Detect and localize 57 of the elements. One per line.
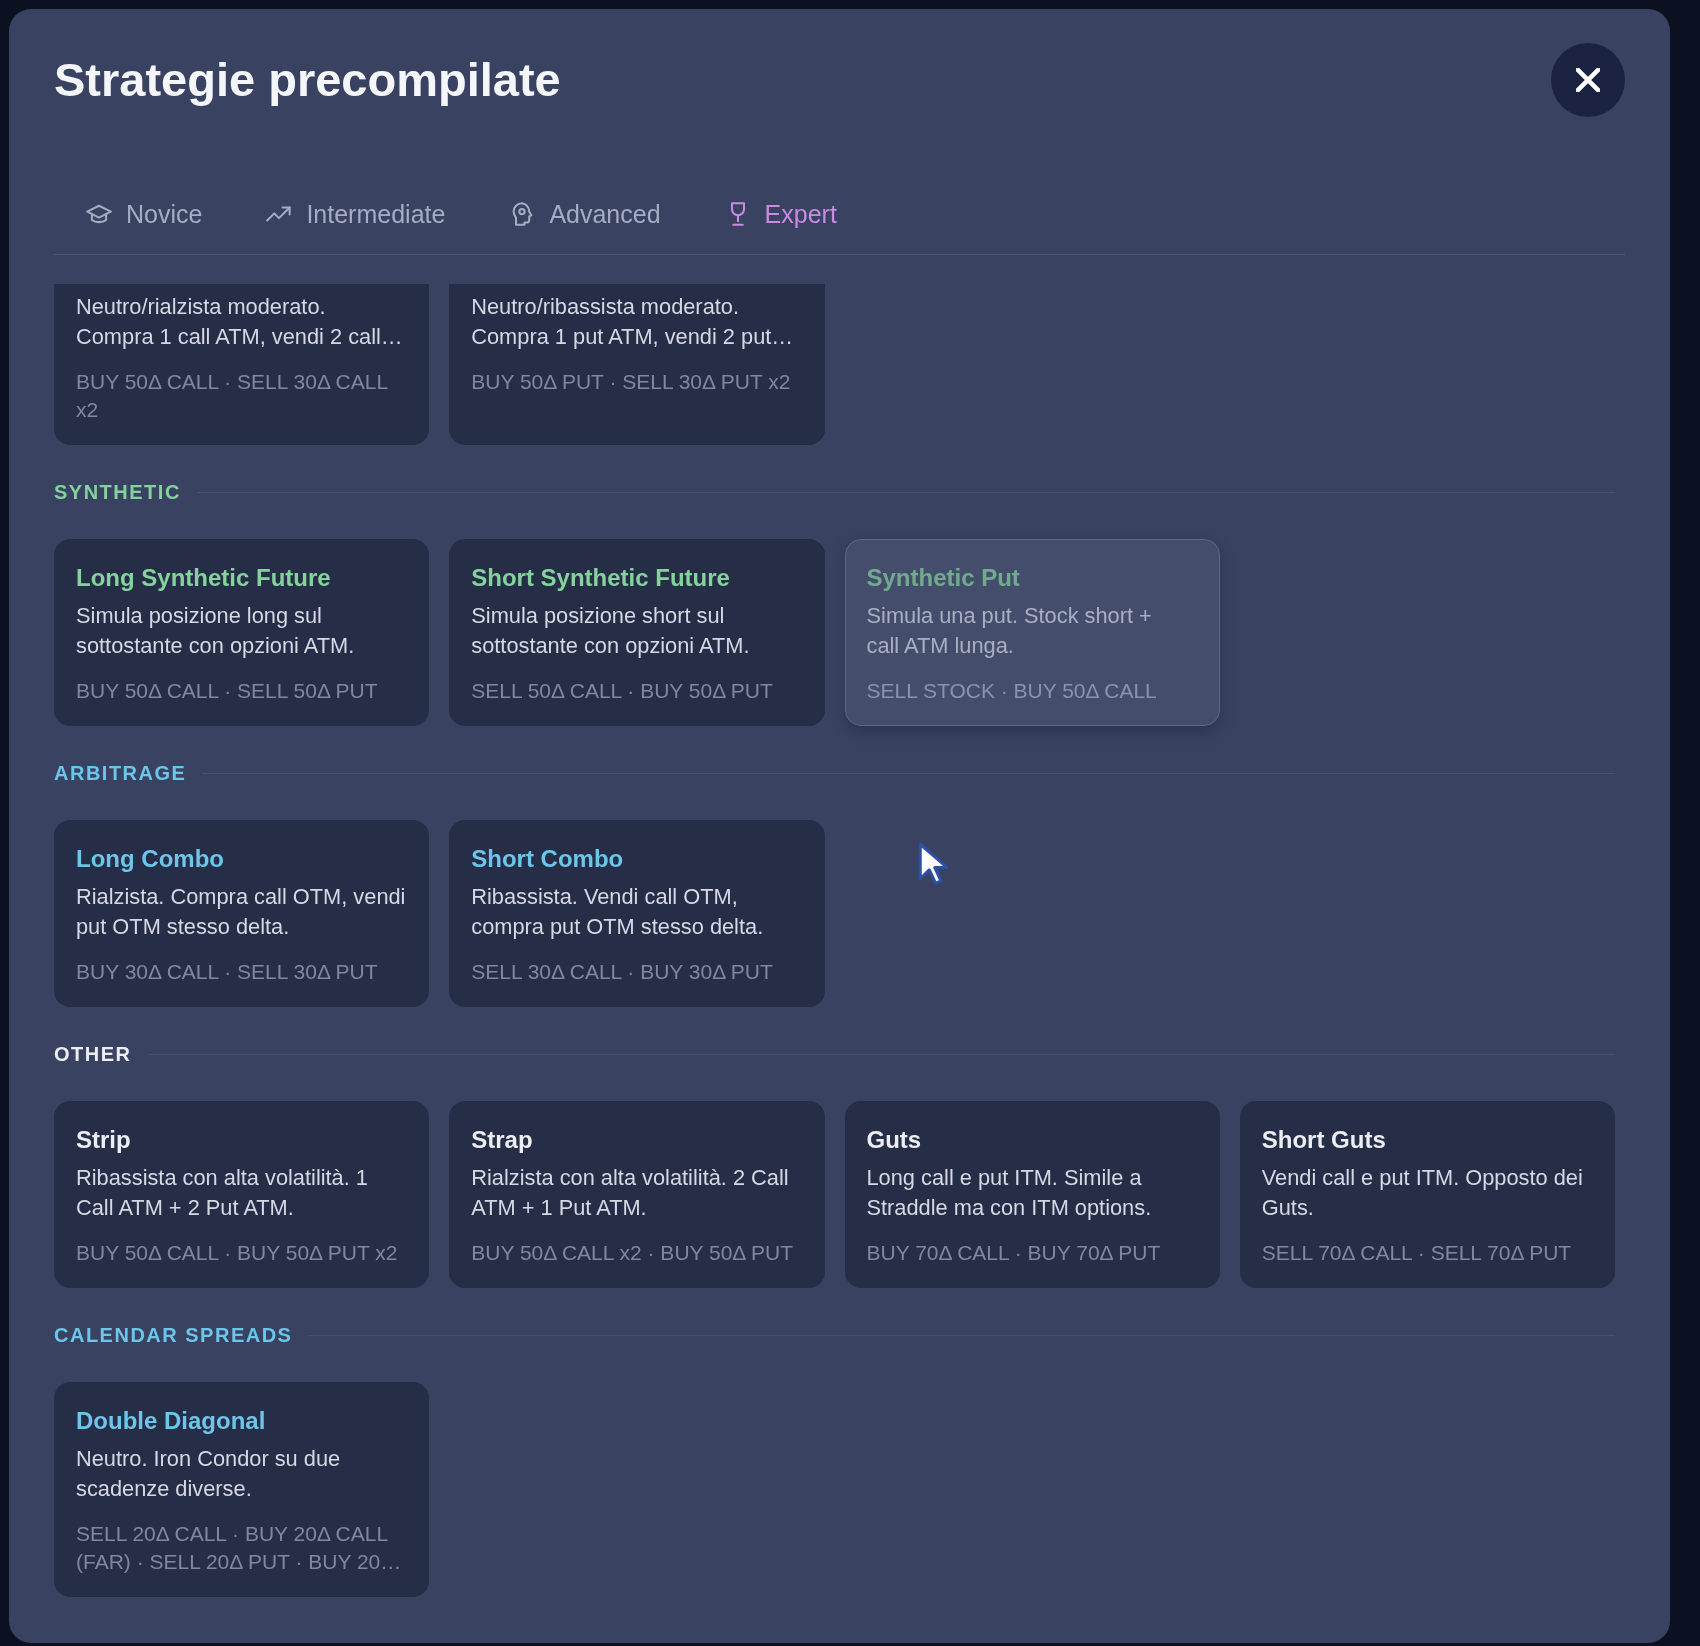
strategy-card[interactable]: Double Diagonal Neutro. Iron Condor su due scadenze diverse. SELL 20Δ CALL · BUY 20Δ CALL (FAR) · SELL 20Δ PUT · BUY 20… bbox=[54, 1382, 430, 1597]
strategy-card[interactable]: Long Combo Rialzista. Compra call OTM, vendi put OTM stesso delta. BUY 30Δ CALL · SELL 30Δ PUT bbox=[54, 820, 430, 1007]
card-legs: BUY 50Δ CALL · SELL 50Δ PUT bbox=[76, 678, 379, 704]
tab[interactable]: Advanced bbox=[477, 194, 693, 234]
strategy-card[interactable]: Strap Rialzista con alta volatilità. 2 Call ATM + 1 Put ATM. BUY 50Δ CALL x2 · BUY 50Δ PUT bbox=[449, 1101, 825, 1288]
card-title: Long Synthetic Future bbox=[76, 563, 332, 593]
card-description: Long call e put ITM. Simile a Straddle ma con ITM options. bbox=[866, 1164, 1153, 1222]
card-legs: BUY 50Δ CALL · SELL 30Δ CALL x2 bbox=[76, 369, 389, 423]
section-heading: CALENDAR SPREADS bbox=[54, 1325, 293, 1345]
section-heading: OTHER bbox=[54, 1044, 132, 1064]
card-legs: BUY 70Δ CALL · BUY 70Δ PUT bbox=[866, 1240, 1162, 1266]
graduation-cap-icon bbox=[86, 202, 112, 226]
card-description: Simula posizione long sul sottostante con opzioni ATM. bbox=[76, 602, 356, 660]
card-legs: SELL 20Δ CALL · BUY 20Δ CALL (FAR) · SELL 20Δ PUT · BUY 20… bbox=[76, 1521, 403, 1575]
card-description: Ribassista. Vendi call OTM, compra put OTM stesso delta. bbox=[471, 883, 765, 941]
card-description: Rialzista con alta volatilità. 2 Call ATM + 1 Put ATM. bbox=[471, 1164, 790, 1222]
card-legs: SELL 30Δ CALL · BUY 30Δ PUT bbox=[471, 959, 774, 985]
tab[interactable]: Novice bbox=[54, 194, 235, 234]
strategy-card[interactable]: Short Combo Ribassista. Vendi call OTM, compra put OTM stesso delta. SELL 30Δ CALL · BUY 30Δ PUT bbox=[449, 820, 825, 1007]
strategy-card[interactable]: Long Synthetic Future Simula posizione long sul sottostante con opzioni ATM. BUY 50Δ CALL · SELL 50Δ PUT bbox=[54, 539, 430, 726]
card-title: Short Combo bbox=[471, 844, 625, 874]
card-description: Vendi call e put ITM. Opposto dei Guts. bbox=[1261, 1164, 1584, 1222]
card-title: Long Combo bbox=[76, 844, 225, 874]
close-icon bbox=[1576, 68, 1600, 92]
card-legs: SELL 70Δ CALL · SELL 70Δ PUT bbox=[1261, 1240, 1573, 1266]
card-description: Simula una put. Stock short + call ATM lunga. bbox=[866, 602, 1153, 660]
card-title: Guts bbox=[866, 1125, 923, 1155]
card-description: Neutro. Iron Condor su due scadenze diverse. bbox=[76, 1445, 342, 1503]
card-description: Rialzista. Compra call OTM, vendi put OTM stesso delta. bbox=[76, 883, 407, 941]
card-description: Simula posizione short sul sottostante con opzioni ATM. bbox=[471, 602, 751, 660]
card-legs: SELL STOCK · BUY 50Δ CALL bbox=[866, 678, 1158, 704]
card-description: Ribassista con alta volatilità. 1 Call ATM + 2 Put ATM. bbox=[76, 1164, 369, 1222]
card-title: Short Synthetic Future bbox=[471, 563, 731, 593]
card-title: Synthetic Put bbox=[866, 563, 1021, 593]
modal-title: Strategie precompilate bbox=[54, 53, 561, 107]
card-legs: BUY 30Δ CALL · SELL 30Δ PUT bbox=[76, 959, 379, 985]
strategy-card[interactable]: Neutro/rialzista moderato. Compra 1 call ATM, vendi 2 call… BUY 50Δ CALL · SELL 30Δ CALL x2 bbox=[54, 284, 430, 445]
section-heading: ARBITRAGE bbox=[54, 763, 187, 783]
tab[interactable]: Expert bbox=[692, 194, 869, 234]
card-title: Short Guts bbox=[1261, 1125, 1387, 1155]
strategy-card[interactable]: Short Guts Vendi call e put ITM. Opposto dei Guts. SELL 70Δ CALL · SELL 70Δ PUT bbox=[1239, 1101, 1615, 1288]
strategy-card[interactable]: Strip Ribassista con alta volatilità. 1 Call ATM + 2 Put ATM. BUY 50Δ CALL · BUY 50Δ PUT x2 bbox=[54, 1101, 430, 1288]
card-legs: BUY 50Δ PUT · SELL 30Δ PUT x2 bbox=[471, 369, 792, 395]
tab[interactable]: Intermediate bbox=[234, 194, 478, 234]
card-title: Strap bbox=[471, 1125, 534, 1155]
card-description: Neutro/ribassista moderato. Compra 1 put ATM, vendi 2 put… bbox=[471, 293, 795, 351]
card-legs: BUY 50Δ CALL · BUY 50Δ PUT x2 bbox=[76, 1240, 399, 1266]
strategy-card[interactable]: Short Synthetic Future Simula posizione short sul sottostante con opzioni ATM. SELL 50Δ CALL · BUY 50Δ PUT bbox=[449, 539, 825, 726]
strategy-card[interactable]: Neutro/ribassista moderato. Compra 1 put ATM, vendi 2 put… BUY 50Δ PUT · SELL 30Δ PUT x2 bbox=[449, 284, 825, 445]
card-legs: SELL 50Δ CALL · BUY 50Δ PUT bbox=[471, 678, 774, 704]
card-description: Neutro/rialzista moderato. Compra 1 call ATM, vendi 2 call… bbox=[76, 293, 404, 351]
strategy-card[interactable]: Guts Long call e put ITM. Simile a Straddle ma con ITM options. BUY 70Δ CALL · BUY 70Δ PUT bbox=[844, 1101, 1220, 1288]
cursor-icon bbox=[918, 842, 948, 887]
card-legs: BUY 50Δ CALL x2 · BUY 50Δ PUT bbox=[471, 1240, 795, 1266]
section-heading: SYNTHETIC bbox=[54, 482, 181, 502]
card-title: Double Diagonal bbox=[76, 1406, 267, 1436]
card-title: Strip bbox=[76, 1125, 132, 1155]
